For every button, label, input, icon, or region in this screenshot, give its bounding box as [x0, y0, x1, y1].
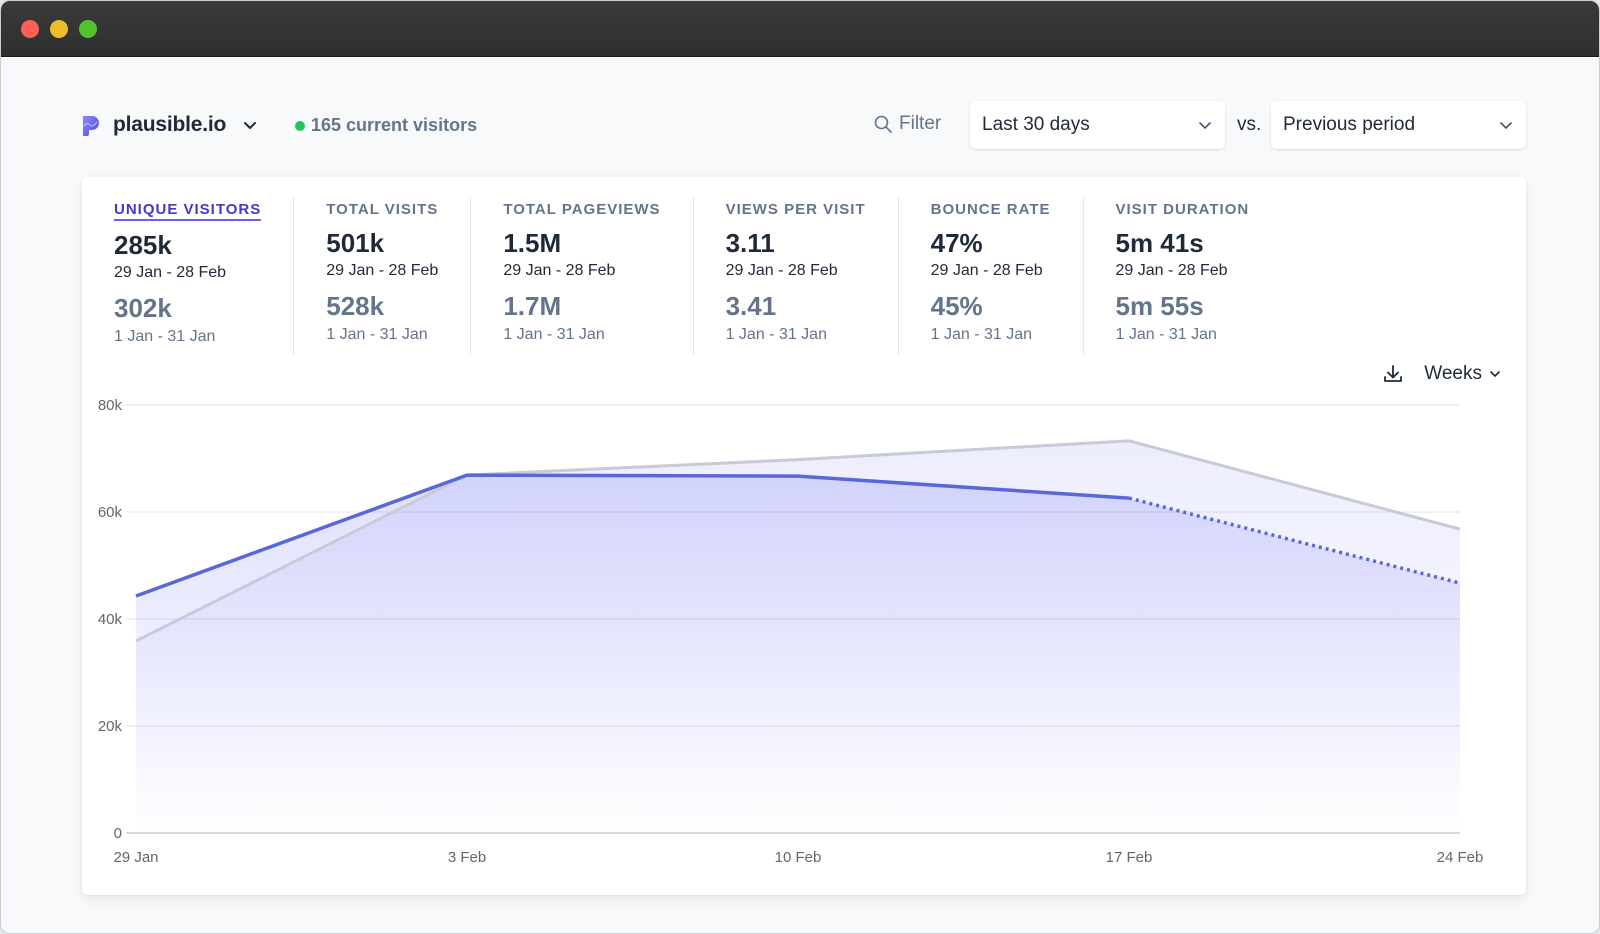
site-name: plausible.io: [113, 113, 227, 136]
title-bar: [1, 1, 1599, 57]
x-tick-label: 10 Feb: [775, 849, 822, 866]
y-tick-label: 40k: [98, 611, 123, 628]
main-graph-card: UNIQUE VISITORS 285k 29 Jan - 28 Feb 302…: [82, 177, 1526, 895]
search-icon: [874, 115, 892, 133]
filter-button[interactable]: Filter: [873, 113, 941, 135]
top-bar: plausible.io 165 current visitors Filter…: [81, 101, 1527, 149]
y-tick-label: 60k: [98, 504, 123, 521]
y-tick-label: 80k: [98, 397, 123, 414]
close-window-button[interactable]: [21, 20, 39, 38]
visitors-chart[interactable]: 0 20k 40k 60k 80k 29 Jan 3 Feb 10 Feb 17 Feb 24 F…: [82, 177, 1526, 895]
x-tick-label: 17 Feb: [1106, 849, 1153, 866]
live-dot-icon: [295, 120, 305, 131]
maximize-window-button[interactable]: [79, 20, 97, 38]
filter-label: Filter: [899, 113, 942, 134]
comparison-select[interactable]: Previous period: [1271, 101, 1526, 149]
x-tick-label: 24 Feb: [1437, 849, 1484, 866]
dashboard: plausible.io 165 current visitors Filter…: [1, 57, 1599, 933]
chevron-down-icon: [244, 122, 257, 129]
y-tick-label: 20k: [98, 718, 123, 735]
plausible-logo-icon: [83, 116, 99, 136]
comparison-value: Previous period: [1283, 114, 1416, 135]
y-tick-label: 0: [114, 825, 122, 842]
chevron-down-icon: [1199, 122, 1211, 129]
date-range-value: Last 30 days: [982, 114, 1090, 135]
chevron-down-icon: [1500, 122, 1512, 129]
minimize-window-button[interactable]: [50, 20, 68, 38]
browser-window: plausible.io 165 current visitors Filter…: [0, 0, 1600, 934]
vs-label: vs.: [1237, 114, 1262, 135]
x-tick-label: 3 Feb: [448, 849, 486, 866]
current-visitors-text: 165 current visitors: [311, 115, 478, 135]
current-visitors[interactable]: 165 current visitors: [295, 115, 477, 136]
date-range-select[interactable]: Last 30 days: [970, 101, 1225, 149]
site-switcher[interactable]: plausible.io: [81, 113, 258, 137]
x-tick-label: 29 Jan: [113, 849, 158, 866]
